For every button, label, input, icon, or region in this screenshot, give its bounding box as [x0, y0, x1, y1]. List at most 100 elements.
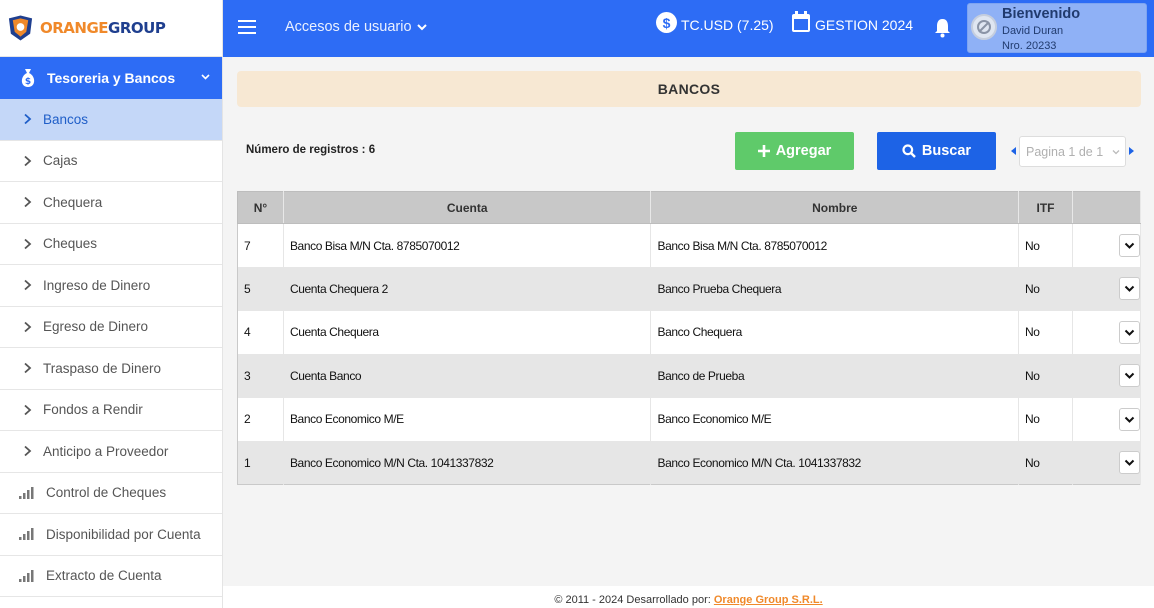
- cell-actions: [1072, 310, 1142, 354]
- col-itf: ITF: [1018, 191, 1073, 224]
- chevron-right-icon: [24, 321, 32, 332]
- sidebar-item-egreso-de-dinero[interactable]: Egreso de Dinero: [0, 307, 222, 348]
- user-panel[interactable]: Bienvenido David Duran Nro. 20233: [967, 3, 1147, 53]
- row-actions-button[interactable]: [1118, 364, 1140, 388]
- page-select-value: Pagina 1 de 1: [1026, 144, 1104, 159]
- sidebar-item-control-de-cheques[interactable]: Control de Cheques: [0, 473, 222, 514]
- add-button[interactable]: Agregar: [735, 132, 854, 170]
- bar-chart-icon: [19, 569, 34, 582]
- svg-text:$: $: [25, 77, 31, 87]
- footer: © 2011 - 2024 Desarrollado por: Orange G…: [223, 586, 1154, 608]
- page-select[interactable]: Pagina 1 de 1: [1019, 136, 1126, 167]
- cell-itf: No: [1018, 267, 1073, 311]
- row-actions-button[interactable]: [1118, 277, 1140, 301]
- money-bag-icon: $: [21, 69, 35, 87]
- cell-actions: [1072, 441, 1142, 485]
- chevron-right-icon: [24, 363, 32, 374]
- plus-icon: [757, 145, 770, 157]
- cell-actions: [1072, 354, 1142, 398]
- cell-nombre: Banco Economico M/E: [650, 397, 1020, 441]
- sidebar-item-disponibilidad-por-cuenta[interactable]: Disponibilidad por Cuenta: [0, 514, 222, 556]
- sidebar-item-cheques[interactable]: Cheques: [0, 224, 222, 265]
- sidebar-item-chequera[interactable]: Chequera: [0, 182, 222, 224]
- next-page-icon[interactable]: [1129, 147, 1134, 155]
- bar-chart-icon: [19, 486, 34, 499]
- sidebar-section-label: Tesoreria y Bancos: [47, 70, 176, 86]
- gestion[interactable]: GESTION 2024: [791, 11, 913, 33]
- cell-n: 5: [237, 267, 284, 311]
- chevron-down-icon: [1124, 416, 1135, 423]
- sidebar-item-cajas[interactable]: Cajas: [0, 141, 222, 182]
- cell-nombre: Banco Economico M/N Cta. 1041337832: [650, 441, 1020, 485]
- chevron-down-icon: [1124, 329, 1135, 336]
- sidebar-section-tesoreria[interactable]: $ Tesoreria y Bancos: [0, 57, 222, 99]
- sidebar-item-anticipo-a-proveedor[interactable]: Anticipo a Proveedor: [0, 431, 222, 473]
- user-number: Nro. 20233: [1002, 40, 1057, 52]
- chevron-down-icon: [1112, 150, 1120, 155]
- bar-chart-icon: [19, 528, 34, 541]
- sidebar-item-label: Ingreso de Dinero: [43, 277, 151, 293]
- sidebar-item-label: Extracto de Cuenta: [46, 568, 162, 584]
- cell-actions: [1072, 397, 1142, 441]
- chevron-right-icon: [24, 197, 32, 208]
- logo-text: ORANGEGROUP: [40, 19, 166, 37]
- table-row: 4 Cuenta Chequera Banco Chequera No: [237, 310, 1142, 354]
- calendar-icon: [792, 11, 810, 32]
- logo[interactable]: ORANGEGROUP: [0, 0, 222, 57]
- prev-page-icon[interactable]: [1011, 147, 1016, 155]
- chevron-down-icon: [1124, 373, 1135, 380]
- cell-itf: No: [1018, 354, 1073, 398]
- chevron-right-icon: [24, 155, 32, 166]
- menu-icon[interactable]: [238, 20, 256, 34]
- sidebar-item-extracto-de-cuenta[interactable]: Extracto de Cuenta: [0, 556, 222, 597]
- col-n: N°: [237, 191, 284, 224]
- chevron-right-icon: [24, 446, 32, 457]
- cell-cuenta: Banco Economico M/E: [283, 397, 652, 441]
- cell-nombre: Banco Prueba Chequera: [650, 267, 1020, 311]
- cell-cuenta: Banco Bisa M/N Cta. 8785070012: [283, 223, 652, 267]
- cell-itf: No: [1018, 223, 1073, 267]
- exchange-rate: $ TC.USD (7.25): [656, 12, 774, 33]
- row-actions-button[interactable]: [1118, 320, 1140, 344]
- chevron-down-icon: [1124, 459, 1135, 466]
- table-row: 7 Banco Bisa M/N Cta. 8785070012 Banco Bis…: [237, 223, 1142, 267]
- page-title: BANCOS: [237, 71, 1141, 107]
- chevron-right-icon: [24, 404, 32, 415]
- cell-cuenta: Cuenta Banco: [283, 354, 652, 398]
- chevron-down-icon: [1124, 242, 1135, 249]
- search-button[interactable]: Buscar: [877, 132, 996, 170]
- footer-link[interactable]: Orange Group S.R.L.: [714, 594, 823, 606]
- table-header-row: N° Cuenta Nombre ITF: [237, 191, 1142, 224]
- row-actions-button[interactable]: [1118, 234, 1140, 257]
- sidebar-item-label: Fondos a Rendir: [43, 402, 143, 418]
- row-actions-button[interactable]: [1118, 451, 1140, 474]
- record-count: Número de registros : 6: [246, 144, 376, 156]
- col-nombre: Nombre: [650, 191, 1020, 224]
- cell-itf: No: [1018, 310, 1073, 354]
- chevron-right-icon: [24, 280, 32, 291]
- search-icon: [902, 144, 916, 158]
- accesos-dropdown[interactable]: Accesos de usuario: [285, 19, 428, 35]
- cell-nombre: Banco Chequera: [650, 310, 1020, 354]
- cell-nombre: Banco de Prueba: [650, 354, 1020, 398]
- bell-icon[interactable]: [933, 18, 952, 38]
- col-cuenta: Cuenta: [282, 191, 652, 224]
- sidebar-item-bancos[interactable]: Bancos: [0, 99, 222, 141]
- sidebar-item-label: Chequera: [43, 194, 103, 210]
- cell-nombre: Banco Bisa M/N Cta. 8785070012: [650, 223, 1020, 267]
- sidebar-item-label: Cajas: [43, 153, 78, 169]
- table-row: 1 Banco Economico M/N Cta. 1041337832 Banc…: [237, 441, 1142, 485]
- sidebar-item-traspaso-de-dinero[interactable]: Traspaso de Dinero: [0, 348, 222, 390]
- sidebar-item-label: Anticipo a Proveedor: [43, 443, 169, 459]
- table-row: 5 Cuenta Chequera 2 Banco Prueba Chequera N…: [237, 267, 1142, 311]
- sidebar-item-ingreso-de-dinero[interactable]: Ingreso de Dinero: [0, 265, 222, 307]
- sidebar: ORANGEGROUP $ Tesoreria y Bancos Bancos C…: [0, 0, 223, 608]
- col-actions: [1071, 191, 1142, 224]
- sidebar-item-fondos-a-rendir[interactable]: Fondos a Rendir: [0, 390, 222, 431]
- row-actions-button[interactable]: [1118, 407, 1140, 431]
- banks-table: N° Cuenta Nombre ITF 7 Banco Bisa M/N Cta…: [237, 191, 1142, 485]
- chevron-down-icon: [416, 24, 427, 31]
- logo-icon: [8, 15, 33, 41]
- cell-n: 2: [237, 397, 284, 441]
- cell-itf: No: [1018, 397, 1073, 441]
